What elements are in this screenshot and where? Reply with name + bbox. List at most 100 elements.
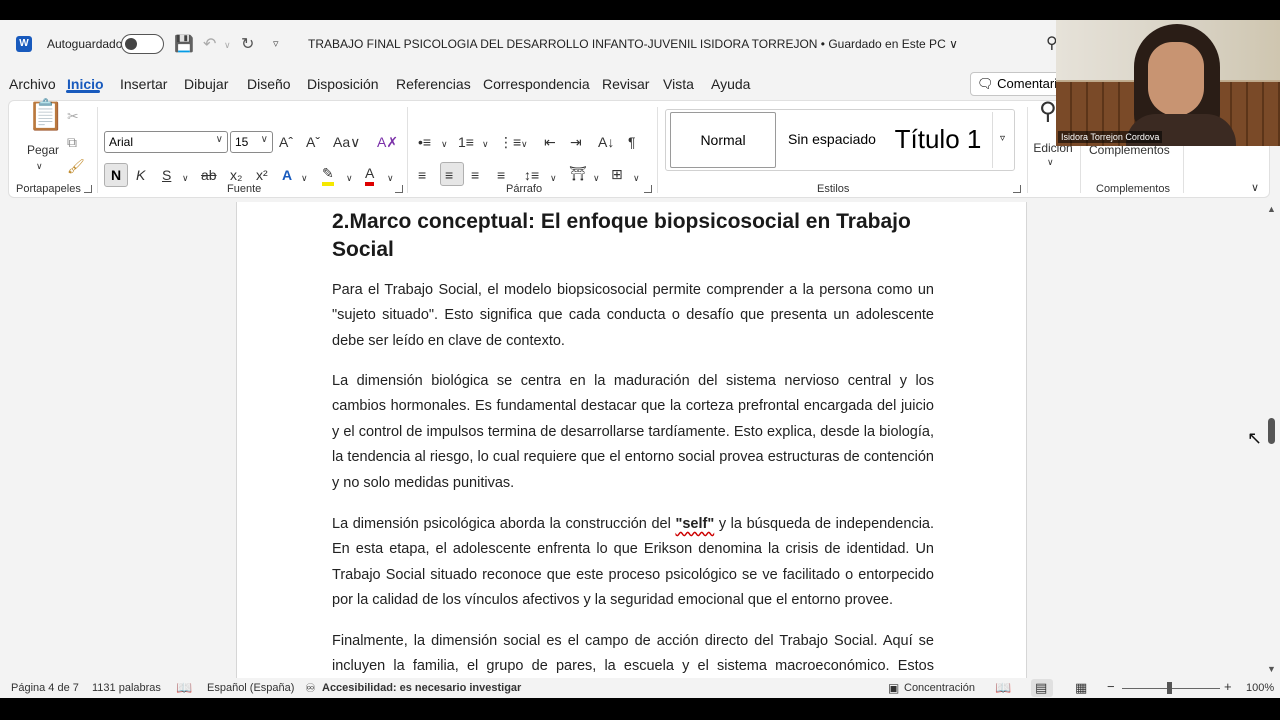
web-layout-icon[interactable]: ▦ [1075,680,1087,696]
redo-icon[interactable]: ↻ [241,34,254,54]
word-count[interactable]: 1131 palabras [92,682,161,694]
paragraph-2: La dimensión biológica se centra en la m… [332,373,934,491]
tab-referencias[interactable]: Referencias [396,76,471,92]
paragraph-3-text-start: La dimensión psicológica aborda la const… [332,516,676,532]
align-left-icon[interactable]: ≡ [418,166,426,184]
document-page[interactable]: 2.Marco conceptual: El enfoque biopsicos… [236,202,1027,678]
superscript-button[interactable]: x² [256,166,268,184]
tab-correspondencia[interactable]: Correspondencia [483,76,590,92]
line-spacing-dropdown-icon[interactable]: ∨ [550,169,557,187]
underline-button[interactable]: S [162,166,171,184]
highlight-icon[interactable]: ✎ [322,164,334,186]
focus-icon[interactable]: ▣ [888,681,899,695]
document-title[interactable]: TRABAJO FINAL PSICOLOGIA DEL DESARROLLO … [308,37,958,51]
editing-dropdown-icon[interactable]: ∨ [1047,153,1054,171]
multilevel-list-icon[interactable]: ⋮≡ [499,133,521,151]
text-effects-dropdown-icon[interactable]: ∨ [301,169,308,187]
style-title-1[interactable]: Título 1 [888,112,988,168]
page-count[interactable]: Página 4 de 7 [11,682,79,694]
save-icon[interactable]: 💾 [174,34,194,54]
line-spacing-icon[interactable]: ↕≡ [524,166,539,184]
font-name-combo[interactable]: Arial ∨ [104,131,228,153]
bold-button[interactable]: N [104,163,128,187]
justify-icon[interactable]: ≡ [497,166,505,184]
font-color-icon[interactable]: A [365,164,375,186]
increase-indent-icon[interactable]: ⇥ [570,133,582,151]
vertical-scrollbar[interactable]: ▲ ▼ [1264,202,1280,678]
numbering-dropdown-icon[interactable]: ∨ [482,135,489,153]
font-name-value: Arial [109,135,134,149]
language[interactable]: Español (España) [207,682,294,694]
tab-disposicion[interactable]: Disposición [307,76,379,92]
divider [657,107,658,193]
shading-icon[interactable]: ⛩ [569,164,587,182]
zoom-slider-thumb[interactable] [1167,682,1172,694]
accessibility-icon[interactable]: ♾ [305,681,316,695]
tab-revisar[interactable]: Revisar [602,76,649,92]
paste-icon[interactable]: 📋 [27,101,64,131]
scroll-up-icon[interactable]: ▲ [1267,204,1276,214]
zoom-level[interactable]: 100% [1246,682,1274,694]
find-icon[interactable]: ⚲ [1039,100,1057,124]
font-size-value: 15 [235,135,249,149]
tab-insertar[interactable]: Insertar [120,76,167,92]
align-right-icon[interactable]: ≡ [471,166,479,184]
bullets-dropdown-icon[interactable]: ∨ [441,135,448,153]
borders-icon[interactable]: ⊞ [611,165,623,183]
zoom-out-icon[interactable]: − [1107,679,1115,694]
active-tab-indicator [66,90,100,93]
style-normal[interactable]: Normal [670,112,776,168]
font-launcher-icon[interactable] [395,185,403,193]
clipboard-launcher-icon[interactable] [84,185,92,193]
tab-ayuda[interactable]: Ayuda [711,76,750,92]
strikethrough-button[interactable]: ab [201,166,217,184]
styles-launcher-icon[interactable] [1013,185,1021,193]
shrink-font-icon[interactable]: Aˇ [306,133,320,151]
underline-dropdown-icon[interactable]: ∨ [182,169,189,187]
copy-icon[interactable]: ⧉ [67,133,77,151]
focus-mode[interactable]: Concentración [904,682,975,694]
show-formatting-icon[interactable]: ¶ [628,133,636,151]
tab-vista[interactable]: Vista [663,76,694,92]
scroll-thumb[interactable] [1268,418,1275,444]
font-size-combo[interactable]: 15 ∨ [230,131,273,153]
shading-dropdown-icon[interactable]: ∨ [593,169,600,187]
tab-dibujar[interactable]: Dibujar [184,76,228,92]
cut-icon[interactable]: ✂ [67,107,79,125]
change-case-icon[interactable]: Aa∨ [333,133,360,151]
paste-dropdown-icon[interactable]: ∨ [36,157,43,175]
format-painter-icon[interactable]: 🖌 [67,157,85,175]
paragraph-launcher-icon[interactable] [644,185,652,193]
clear-formatting-icon[interactable]: A✗ [377,133,398,151]
numbering-icon[interactable]: 1≡ [458,133,474,151]
proofing-icon[interactable]: 📖 [176,680,192,696]
highlight-dropdown-icon[interactable]: ∨ [346,169,353,187]
italic-button[interactable]: K [136,166,145,184]
styles-more-icon[interactable]: ▿ [992,112,1012,168]
customize-toolbar-icon[interactable]: ▿ [273,37,279,50]
bullets-icon[interactable]: •≡ [418,133,431,151]
scroll-down-icon[interactable]: ▼ [1267,664,1276,674]
grow-font-icon[interactable]: Aˆ [279,133,293,151]
multilevel-dropdown-icon[interactable]: ∨ [521,135,528,153]
tab-archivo[interactable]: Archivo [9,76,56,92]
group-label-paragraph: Párrafo [506,183,543,195]
style-no-spacing[interactable]: Sin espaciado [782,112,882,168]
collapse-ribbon-icon[interactable]: ∨ [1251,179,1259,197]
read-mode-icon[interactable]: 📖 [995,680,1011,696]
decrease-indent-icon[interactable]: ⇤ [544,133,556,151]
subscript-button[interactable]: x₂ [230,166,242,184]
undo-icon[interactable]: ↶ [203,34,216,54]
group-label-styles: Estilos [817,183,850,195]
font-color-dropdown-icon[interactable]: ∨ [387,169,394,187]
zoom-in-icon[interactable]: + [1224,679,1232,694]
undo-dropdown-icon[interactable]: ∨ [224,40,231,51]
sort-icon[interactable]: A↓ [598,133,614,151]
text-effects-icon[interactable]: A [282,166,292,184]
accessibility-status[interactable]: Accesibilidad: es necesario investigar [322,682,521,694]
autosave-toggle[interactable] [121,34,164,54]
borders-dropdown-icon[interactable]: ∨ [633,169,640,187]
tab-diseno[interactable]: Diseño [247,76,291,92]
screen-border-bottom [0,698,1280,720]
comments-button[interactable]: 🗨 Comentarios [970,72,1071,96]
